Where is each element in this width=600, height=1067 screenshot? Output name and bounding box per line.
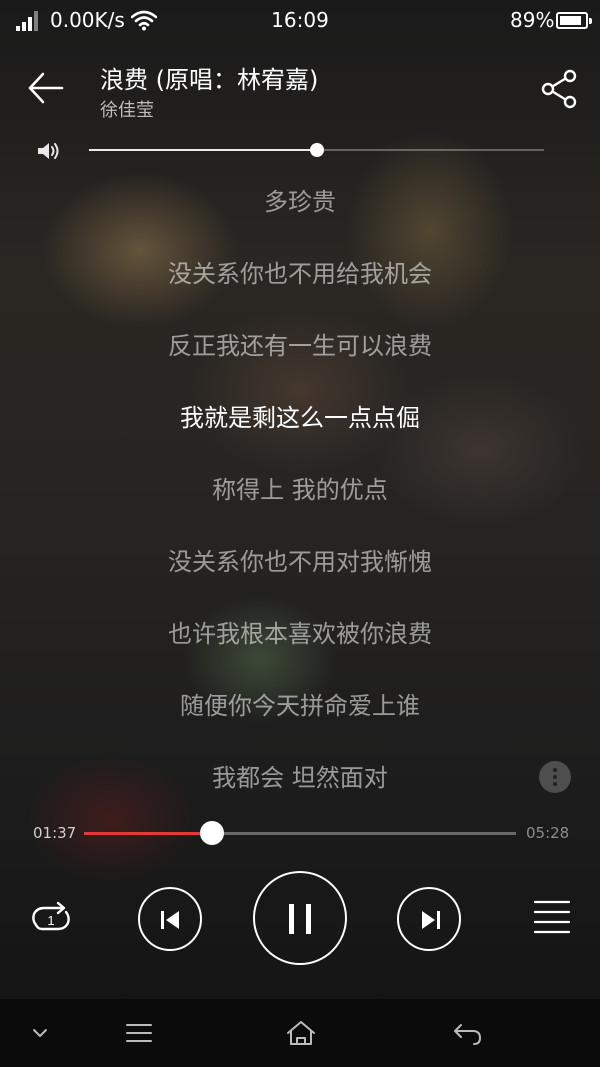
total-time: 05:28 [526, 824, 570, 842]
repeat-badge: 1 [47, 913, 54, 928]
status-bar: 0.00K/s 16:09 89% [0, 0, 600, 44]
lyric-line-current: 我就是剩这么一点点倔 [180, 404, 420, 432]
elapsed-time: 01:37 [33, 824, 77, 842]
lyric-line: 没关系你也不用给我机会 [168, 260, 432, 288]
home-icon[interactable] [283, 1019, 319, 1047]
lyric-line: 多珍贵 [264, 188, 336, 216]
back-icon[interactable] [449, 1019, 485, 1047]
pause-icon [289, 904, 311, 934]
more-vertical-icon[interactable] [539, 761, 571, 793]
menu-icon[interactable] [121, 1019, 157, 1047]
next-button[interactable] [397, 887, 461, 951]
volume-slider-handle[interactable] [310, 143, 324, 157]
progress-handle[interactable] [200, 821, 224, 845]
play-pause-button[interactable] [253, 871, 347, 965]
system-navigation-bar [0, 999, 600, 1067]
volume-slider-fill [89, 149, 317, 151]
share-icon[interactable] [538, 68, 580, 110]
skip-next-icon [422, 911, 440, 929]
battery-percent: 89% [510, 8, 555, 32]
repeat-one-icon[interactable]: 1 [28, 898, 74, 938]
battery-icon [556, 12, 592, 29]
progress-fill [84, 832, 212, 835]
chevron-down-icon[interactable] [22, 1019, 58, 1047]
previous-button[interactable] [138, 887, 202, 951]
song-title: 浪费 (原唱：林宥嘉) [100, 66, 319, 94]
artist-name: 徐佳莹 [100, 100, 154, 121]
arrow-left-icon[interactable] [26, 70, 66, 106]
lyric-line: 随便你今天拼命爱上谁 [180, 692, 420, 720]
skip-previous-icon [161, 911, 179, 929]
lyric-line: 称得上 我的优点 [212, 476, 388, 504]
lyric-line: 也许我根本喜欢被你浪费 [168, 620, 432, 648]
lyric-line: 反正我还有一生可以浪费 [168, 332, 432, 360]
playlist-icon[interactable] [532, 899, 572, 935]
lyric-line: 我都会 坦然面对 [212, 764, 388, 792]
speaker-icon[interactable] [36, 140, 62, 162]
lyric-line: 没关系你也不用对我惭愧 [168, 548, 432, 576]
